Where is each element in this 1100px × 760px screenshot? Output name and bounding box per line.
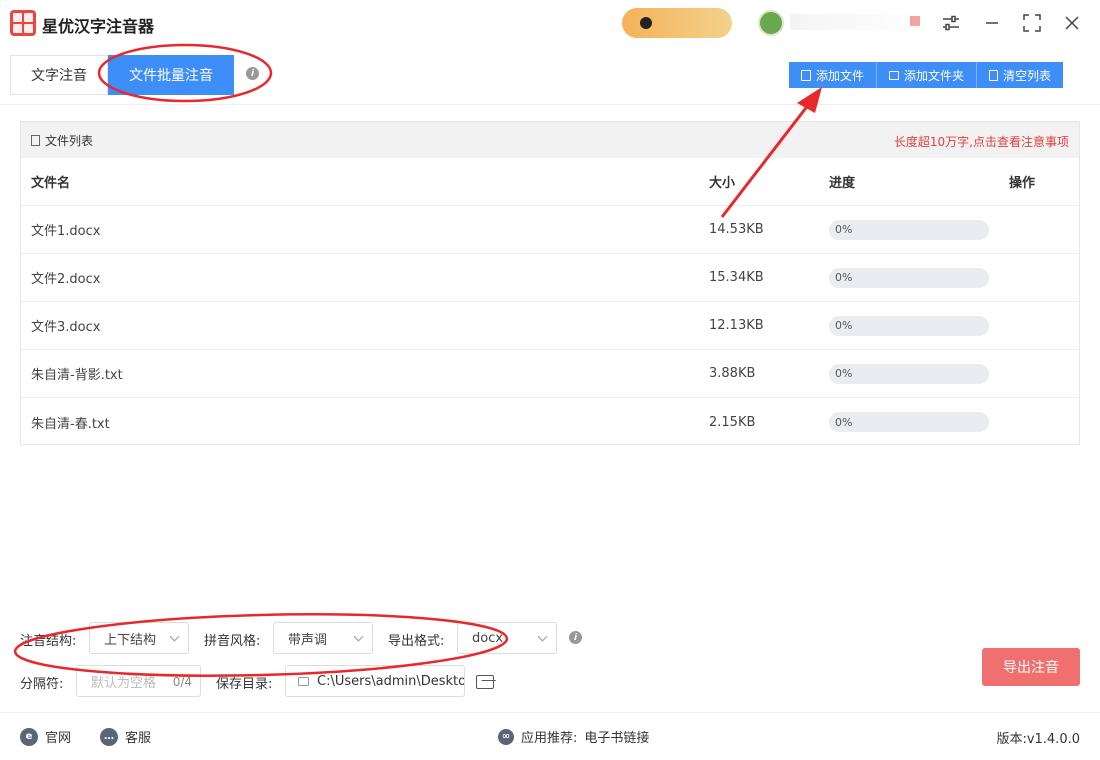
column-action: 操作 — [1009, 176, 1036, 191]
ie-icon: e — [20, 727, 38, 746]
chevron-down-icon — [353, 631, 364, 642]
table-row: 文件2.docx 15.34KB 0% — [21, 254, 1079, 302]
tab-batch-file-annotation[interactable]: 文件批量注音 — [108, 55, 234, 95]
file-name: 文件1.docx — [31, 224, 101, 239]
file-size: 3.88KB — [709, 366, 756, 381]
add-folder-button[interactable]: 添加文件夹 — [877, 62, 978, 88]
separator-input[interactable]: 默认为空格 0/4 — [76, 665, 201, 697]
file-icon — [801, 69, 811, 81]
progress-bar: 0% — [829, 363, 989, 384]
list-icon — [31, 134, 40, 146]
open-folder-icon[interactable] — [475, 673, 495, 689]
progress-text: 0% — [835, 415, 853, 429]
close-icon[interactable] — [1061, 12, 1083, 34]
add-file-button[interactable]: 添加文件 — [789, 62, 878, 88]
save-dir-label: 保存目录: — [216, 677, 273, 692]
chevron-down-icon — [169, 631, 180, 642]
file-size: 14.53KB — [709, 222, 764, 237]
structure-select[interactable]: 上下结构 — [89, 622, 189, 654]
mode-tabs: 文字注音 文件批量注音 — [10, 55, 234, 95]
separator-label: 分隔符: — [20, 677, 64, 692]
progress-bar: 0% — [829, 412, 989, 432]
clear-list-button[interactable]: 清空列表 — [977, 62, 1064, 88]
vip-promo-banner[interactable] — [622, 8, 732, 38]
separator-placeholder: 默认为空格 — [91, 675, 157, 691]
folder-icon — [298, 676, 309, 686]
table-row: 朱自清-春.txt 2.15KB 0% — [21, 398, 1079, 446]
app-logo-icon — [10, 10, 36, 36]
structure-label: 注音结构: — [20, 634, 77, 649]
divider — [0, 104, 1100, 105]
pinyin-style-label: 拼音风格: — [204, 634, 261, 649]
info-icon[interactable]: i — [246, 67, 259, 80]
ebook-link[interactable]: 电子书链接 — [584, 727, 649, 746]
trash-icon — [989, 69, 999, 81]
progress-bar: 0% — [829, 219, 989, 240]
annotation-arrow-head — [797, 87, 822, 113]
title-bar: 星优汉字注音器 — [0, 0, 1100, 46]
link-icon: ∞ — [498, 728, 514, 745]
pinyin-style-select[interactable]: 带声调 — [273, 622, 373, 654]
app-title: 星优汉字注音器 — [42, 17, 155, 36]
file-name: 文件2.docx — [31, 272, 101, 287]
progress-text: 0% — [835, 271, 853, 284]
export-button[interactable]: 导出注音 — [982, 648, 1080, 686]
table-row: 朱自清-背影.txt 3.88KB 0% — [21, 350, 1079, 398]
file-name: 朱自清-背影.txt — [31, 368, 123, 383]
user-name — [790, 14, 930, 30]
file-toolbar: 添加文件 添加文件夹 清空列表 — [789, 62, 1064, 88]
progress-bar: 0% — [829, 267, 989, 288]
chevron-down-icon — [537, 631, 548, 642]
column-name: 文件名 — [31, 176, 71, 191]
progress-text: 0% — [835, 367, 853, 380]
format-info-icon[interactable]: i — [569, 631, 582, 644]
app-recommend: ∞ 应用推荐: 电子书链接 — [498, 727, 649, 746]
table-row: 文件3.docx 12.13KB 0% — [21, 302, 1079, 350]
table-row: 文件1.docx 14.53KB 0% — [21, 206, 1079, 254]
chat-bubble-icon: … — [100, 727, 118, 746]
separator-char-count: 0/4 — [172, 675, 192, 689]
tab-text-annotation[interactable]: 文字注音 — [10, 55, 108, 95]
user-avatar[interactable] — [758, 10, 784, 36]
support-link[interactable]: … 客服 — [100, 727, 151, 746]
file-size: 12.13KB — [709, 318, 764, 333]
version-label: 版本:v1.4.0.0 — [996, 732, 1080, 747]
column-progress: 进度 — [829, 176, 856, 191]
file-size: 2.15KB — [709, 414, 756, 430]
settings-sliders-icon[interactable] — [940, 12, 962, 34]
length-warning-link[interactable]: 长度超10万字,点击查看注意事项 — [894, 133, 1069, 150]
file-list-panel: 文件列表 长度超10万字,点击查看注意事项 文件名 大小 进度 操作 文件1.d… — [20, 121, 1080, 445]
save-dir-input[interactable]: C:\Users\admin\Deskto — [285, 665, 465, 697]
column-size: 大小 — [709, 176, 736, 191]
export-format-select[interactable]: docx — [457, 622, 557, 654]
file-size: 15.34KB — [709, 270, 764, 285]
file-list-title: 文件列表 — [45, 133, 94, 148]
progress-text: 0% — [835, 319, 853, 332]
maximize-icon[interactable] — [1021, 12, 1043, 34]
file-list-header: 文件列表 长度超10万字,点击查看注意事项 — [21, 122, 1079, 158]
table-header: 文件名 大小 进度 操作 — [21, 158, 1079, 206]
save-dir-path: C:\Users\admin\Deskto — [317, 673, 464, 689]
file-name: 文件3.docx — [31, 320, 101, 335]
footer-divider — [0, 712, 1100, 713]
minimize-icon[interactable] — [981, 12, 1003, 34]
progress-text: 0% — [835, 223, 853, 236]
website-link[interactable]: e 官网 — [20, 727, 71, 746]
progress-bar: 0% — [829, 315, 989, 336]
folder-icon — [889, 70, 900, 80]
file-name: 朱自清-春.txt — [31, 416, 110, 432]
export-format-label: 导出格式: — [388, 634, 445, 649]
